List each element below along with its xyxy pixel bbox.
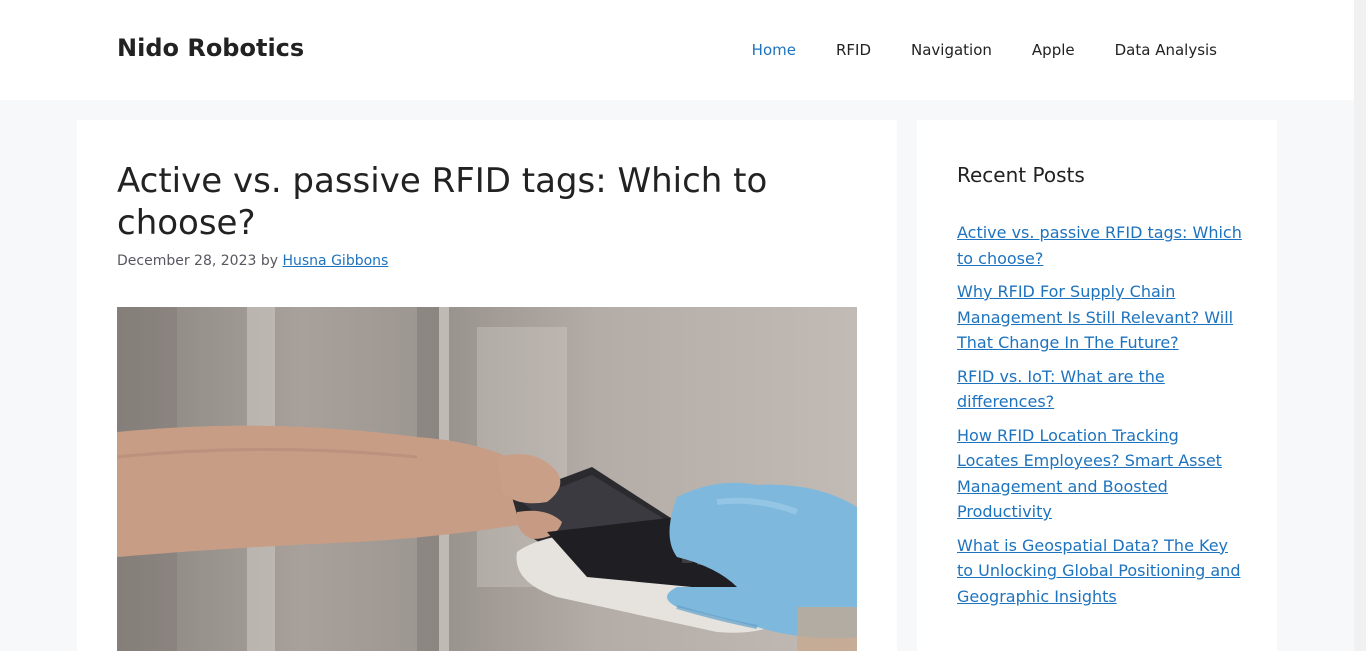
- nav-item-rfid[interactable]: RFID: [836, 41, 871, 59]
- nav-item-apple[interactable]: Apple: [1032, 41, 1075, 59]
- article-card: Active vs. passive RFID tags: Which to c…: [77, 120, 897, 651]
- recent-post-link[interactable]: RFID vs. IoT: What are the differences?: [957, 367, 1165, 412]
- list-item: How RFID Location Tracking Locates Emplo…: [957, 423, 1242, 525]
- site-header: Nido Robotics Home RFID Navigation Apple…: [0, 0, 1354, 100]
- page-scrollbar[interactable]: [1354, 0, 1366, 651]
- post-meta: December 28, 2023 by Husna Gibbons: [117, 253, 388, 269]
- list-item: What is Geospatial Data? The Key to Unlo…: [957, 533, 1242, 610]
- post-date: December 28, 2023: [117, 253, 257, 269]
- site-title[interactable]: Nido Robotics: [117, 34, 304, 62]
- list-item: Active vs. passive RFID tags: Which to c…: [957, 220, 1242, 271]
- post-title: Active vs. passive RFID tags: Which to c…: [117, 161, 768, 243]
- main-nav: Home RFID Navigation Apple Data Analysis: [752, 41, 1217, 59]
- list-item: Why RFID For Supply Chain Management Is …: [957, 279, 1242, 356]
- recent-post-link[interactable]: What is Geospatial Data? The Key to Unlo…: [957, 536, 1240, 606]
- recent-posts-heading: Recent Posts: [957, 163, 1085, 187]
- featured-image: [117, 307, 857, 651]
- nav-item-home[interactable]: Home: [752, 41, 796, 59]
- featured-image-illustration: [117, 307, 857, 651]
- post-by-label: by: [260, 253, 279, 269]
- recent-post-link[interactable]: Active vs. passive RFID tags: Which to c…: [957, 223, 1242, 268]
- recent-post-link[interactable]: Why RFID For Supply Chain Management Is …: [957, 282, 1233, 352]
- nav-item-data-analysis[interactable]: Data Analysis: [1115, 41, 1217, 59]
- sidebar: Recent Posts Active vs. passive RFID tag…: [917, 120, 1277, 651]
- author-link[interactable]: Husna Gibbons: [282, 253, 388, 269]
- recent-posts-list: Active vs. passive RFID tags: Which to c…: [957, 220, 1242, 617]
- nav-item-navigation[interactable]: Navigation: [911, 41, 992, 59]
- list-item: RFID vs. IoT: What are the differences?: [957, 364, 1242, 415]
- recent-post-link[interactable]: How RFID Location Tracking Locates Emplo…: [957, 426, 1222, 522]
